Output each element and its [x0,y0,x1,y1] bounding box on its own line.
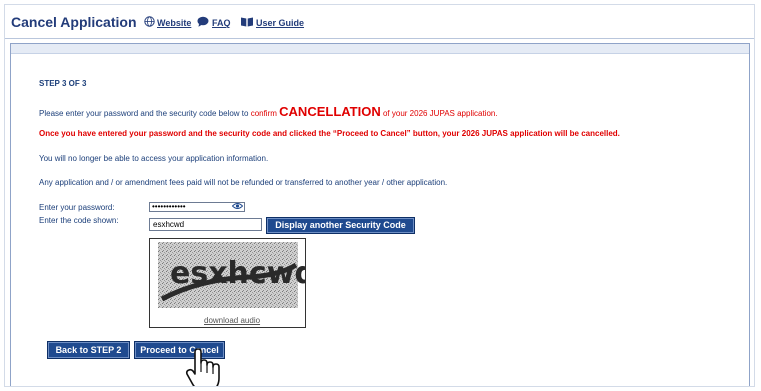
faq-link[interactable]: FAQ [212,18,231,28]
intro-text: Please enter your password and the secur… [39,104,498,119]
page-title: Cancel Application [11,14,137,30]
captcha-image: esxhcwd [149,238,316,328]
globe-icon[interactable] [144,16,155,29]
hand-cursor-icon [183,348,229,386]
page-header: Cancel Application Website FAQ User Guid… [5,5,754,39]
captcha-noise: esxhcwd [158,242,316,308]
download-audio-link[interactable]: download audio [204,316,260,325]
display-another-code-button[interactable]: Display another Security Code [266,217,415,234]
chat-bubble-icon[interactable] [197,16,209,29]
no-access-text: You will no longer be able to access you… [39,154,269,163]
eye-icon[interactable] [231,202,244,212]
app-window: Cancel Application Website FAQ User Guid… [4,4,755,387]
code-label: Enter the code shown: [39,216,119,225]
main-panel: STEP 3 OF 3 Please enter your password a… [10,43,750,386]
security-code-input[interactable]: esxhcwd [149,218,262,231]
intro-suffix: of your 2026 JUPAS application. [382,109,498,118]
captcha-text: esxhcwd [170,256,305,291]
website-link[interactable]: Website [157,18,191,28]
fees-text: Any application and / or amendment fees … [39,178,448,187]
intro-cancellation: CANCELLATION [279,104,381,119]
user-guide-link[interactable]: User Guide [256,18,304,28]
book-icon[interactable] [240,16,254,29]
intro-confirm: confirm [250,109,277,118]
password-input[interactable]: •••••••••••• [149,202,245,212]
cancel-warning: Once you have entered your password and … [39,129,620,138]
password-label: Enter your password: [39,203,115,212]
step-indicator: STEP 3 OF 3 [39,79,87,88]
panel-topbar [11,44,749,54]
intro-prefix: Please enter your password and the secur… [39,109,249,118]
back-to-step2-button[interactable]: Back to STEP 2 [47,341,130,359]
